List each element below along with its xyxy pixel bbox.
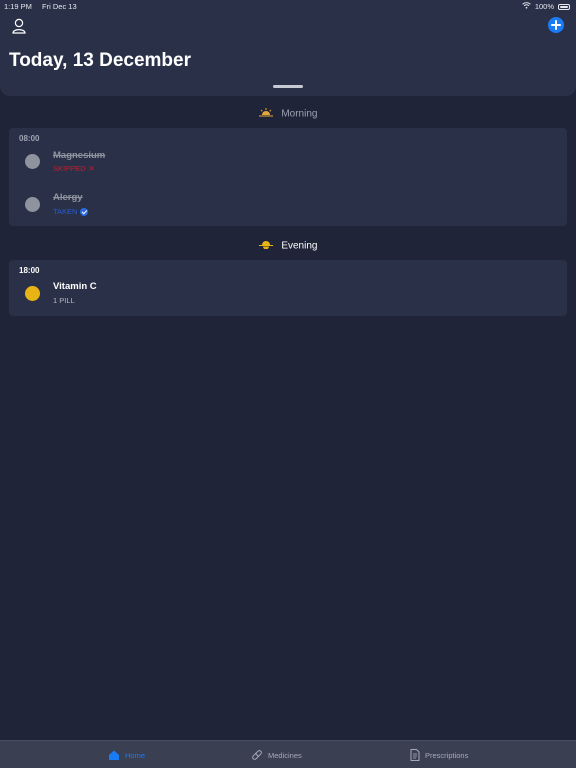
battery-icon <box>558 3 570 10</box>
page-title: Today, 13 December <box>9 50 191 71</box>
medicine-status: TAKEN <box>53 207 89 216</box>
pill-icon <box>252 750 262 760</box>
status-right: 100% <box>522 2 570 11</box>
tab-bar: Home Medicines Prescriptions <box>0 740 576 768</box>
profile-button[interactable] <box>10 17 28 35</box>
pill-icon <box>25 286 40 301</box>
status-bar: 1:19 PM Fri Dec 13 100% <box>0 0 576 12</box>
tab-label: Home <box>125 750 146 760</box>
battery-percent: 100% <box>534 2 554 11</box>
wifi-icon <box>522 2 531 11</box>
medicine-name: Alergy <box>53 192 83 203</box>
medicine-status: SKIPPED ✕ <box>53 164 95 173</box>
section-label: Morning <box>281 108 318 120</box>
status-text: TAKEN <box>53 207 78 216</box>
section-title-morning: Morning <box>0 108 576 120</box>
header: 1:19 PM Fri Dec 13 100% Today, 13 Decemb… <box>0 0 576 96</box>
sunset-icon <box>258 240 273 252</box>
morning-card: 08:00 Magnesium SKIPPED ✕ Alergy TAKEN <box>9 128 567 226</box>
status-left: 1:19 PM Fri Dec 13 <box>4 2 77 11</box>
medicine-status: 1 PILL <box>53 296 75 305</box>
dose-time: 08:00 <box>19 134 40 143</box>
medicine-name: Vitamin C <box>53 281 97 292</box>
section-title-evening: Evening <box>0 240 576 252</box>
status-mark: ✕ <box>88 164 95 173</box>
status-time: 1:19 PM <box>4 2 32 11</box>
document-icon <box>410 749 420 761</box>
pill-icon <box>25 154 40 169</box>
add-button[interactable] <box>548 17 564 33</box>
tab-home[interactable]: Home <box>108 749 145 761</box>
dose-time: 18:00 <box>19 266 40 275</box>
medicine-name: Magnesium <box>53 150 106 161</box>
home-icon <box>109 750 119 760</box>
drag-handle[interactable] <box>273 85 303 88</box>
status-text: SKIPPED <box>53 164 86 173</box>
check-icon <box>80 207 89 216</box>
section-label: Evening <box>281 240 318 252</box>
person-icon <box>12 18 26 34</box>
tab-label: Medicines <box>268 750 302 760</box>
evening-card: 18:00 Vitamin C 1 PILL <box>9 260 567 316</box>
sunrise-icon <box>258 108 273 120</box>
tab-label: Prescriptions <box>425 750 469 760</box>
status-date: Fri Dec 13 <box>42 2 77 11</box>
tab-prescriptions[interactable]: Prescriptions <box>410 749 468 761</box>
pill-icon <box>25 197 40 212</box>
tab-medicines[interactable]: Medicines <box>251 749 302 761</box>
